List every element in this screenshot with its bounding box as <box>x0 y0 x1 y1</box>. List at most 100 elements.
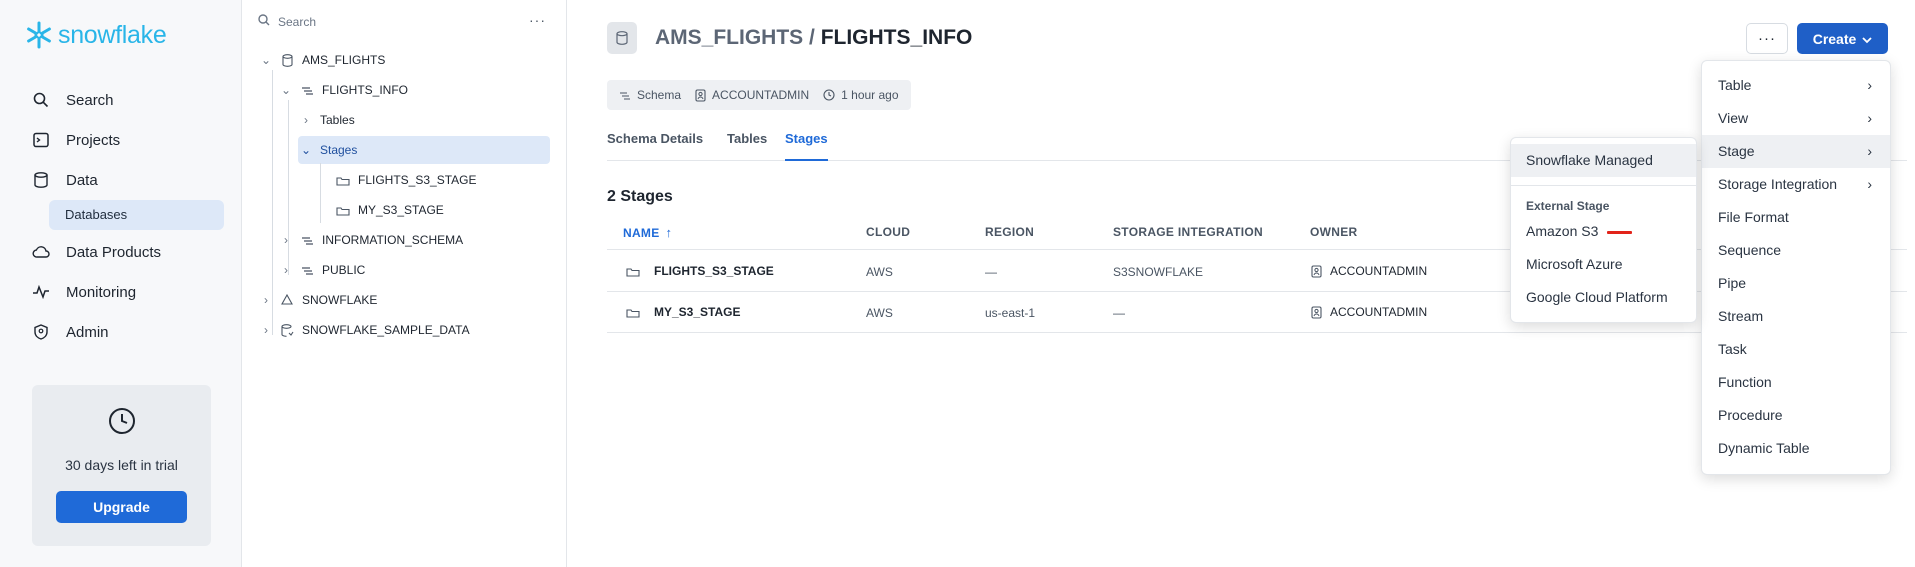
nav-data[interactable]: Data <box>32 171 98 189</box>
stage-count: 2 Stages <box>607 188 673 205</box>
meta-type-label: Schema <box>637 88 682 102</box>
column-header-cloud[interactable]: CLOUD <box>866 225 910 239</box>
stage-icon <box>336 203 350 217</box>
menu-item-function[interactable]: Function <box>1702 366 1890 399</box>
nav-search-label: Search <box>66 91 114 109</box>
tree-row-information-schema[interactable]: › INFORMATION_SCHEMA <box>280 226 463 254</box>
tree-row-snowflake[interactable]: › SNOWFLAKE <box>260 286 377 314</box>
table-row-name[interactable]: MY_S3_STAGE <box>626 305 740 319</box>
menu-item-stream[interactable]: Stream <box>1702 300 1890 333</box>
tree-row-stages[interactable]: ⌄ Stages <box>300 136 357 164</box>
search-icon <box>32 91 50 109</box>
nav-projects[interactable]: Projects <box>32 131 120 149</box>
trial-card: 30 days left in trial Upgrade <box>32 385 211 546</box>
nav-data-products-label: Data Products <box>66 243 162 261</box>
schema-icon <box>300 263 314 277</box>
nav-data-label: Data <box>66 171 98 189</box>
chevron-right-icon: › <box>304 113 308 127</box>
sort-ascending-icon: ↑ <box>665 225 673 240</box>
meta-time: 1 hour ago <box>823 88 899 102</box>
column-header-region[interactable]: REGION <box>985 225 1034 239</box>
tree-row-flights-s3-stage[interactable]: FLIGHTS_S3_STAGE <box>336 166 476 194</box>
external-stage-header: External Stage <box>1526 199 1610 213</box>
database-icon <box>32 171 50 189</box>
shield-icon <box>32 323 50 341</box>
schema-icon <box>619 90 631 100</box>
tree-row-label: INFORMATION_SCHEMA <box>322 233 464 247</box>
tree-row-label: FLIGHTS_INFO <box>322 83 409 97</box>
tab-schema-details[interactable]: Schema Details <box>607 131 703 161</box>
menu-item-procedure[interactable]: Procedure <box>1702 399 1890 432</box>
tree-row-label: Tables <box>320 113 355 127</box>
stage-name: MY_S3_STAGE <box>654 305 741 319</box>
left-nav: snowflake Search Projects Data Databases <box>0 0 242 567</box>
tree-row-public[interactable]: › PUBLIC <box>280 256 365 284</box>
meta-time-label: 1 hour ago <box>841 88 899 102</box>
nav-admin-label: Admin <box>66 323 109 341</box>
tree-row-snowflake-sample-data[interactable]: › SNOWFLAKE_SAMPLE_DATA <box>260 316 470 344</box>
nav-search[interactable]: Search <box>32 91 114 109</box>
menu-item-task[interactable]: Task <box>1702 333 1890 366</box>
menu-item-table[interactable]: Table › <box>1702 69 1890 102</box>
nav-databases[interactable]: Databases <box>49 200 224 230</box>
menu-item-file-format[interactable]: File Format <box>1702 201 1890 234</box>
menu-item-stage[interactable]: Stage › <box>1702 135 1890 168</box>
menu-item-google-cloud-platform[interactable]: Google Cloud Platform <box>1511 281 1696 314</box>
tree-search-input[interactable]: Search <box>258 14 316 29</box>
role-badge-icon <box>1311 305 1322 319</box>
nav-monitoring[interactable]: Monitoring <box>32 283 136 301</box>
table-row-name[interactable]: FLIGHTS_S3_STAGE <box>626 264 774 278</box>
menu-item-label: Storage Integration <box>1718 176 1838 192</box>
breadcrumb-database[interactable]: AMS_FLIGHTS / <box>655 26 821 49</box>
tree-row-label: MY_S3_STAGE <box>358 203 444 217</box>
tree-more-button[interactable]: ··· <box>529 12 546 28</box>
stage-owner: ACCOUNTADMIN <box>1311 305 1427 319</box>
tree-row-label: Stages <box>320 143 358 157</box>
stage-owner-label: ACCOUNTADMIN <box>1330 264 1428 278</box>
stage-cloud: AWS <box>866 265 893 279</box>
activity-icon <box>32 283 50 301</box>
role-badge-icon <box>695 88 706 102</box>
menu-item-snowflake-managed[interactable]: Snowflake Managed <box>1511 144 1696 177</box>
column-header-owner[interactable]: OWNER <box>1310 225 1358 239</box>
shared-db-icon <box>280 323 294 337</box>
menu-item-storage-integration[interactable]: Storage Integration › <box>1702 168 1890 201</box>
tab-stages[interactable]: Stages <box>785 131 828 161</box>
tree-guide-line <box>320 163 321 223</box>
page-title: AMS_FLIGHTS / FLIGHTS_INFO <box>655 26 972 50</box>
create-button[interactable]: Create <box>1797 23 1888 54</box>
menu-item-sequence[interactable]: Sequence <box>1702 234 1890 267</box>
tab-tables[interactable]: Tables <box>727 131 767 161</box>
tree-row-my-s3-stage[interactable]: MY_S3_STAGE <box>336 196 444 224</box>
chevron-right-icon: › <box>284 233 288 247</box>
chevron-down-icon: ⌄ <box>300 143 312 157</box>
chevron-right-icon: › <box>284 263 288 277</box>
menu-item-amazon-s3[interactable]: Amazon S3 <box>1511 215 1696 248</box>
menu-item-label: Stage <box>1718 143 1755 159</box>
more-actions-button[interactable]: ··· <box>1746 23 1788 54</box>
chevron-right-icon: › <box>264 323 268 337</box>
menu-item-view[interactable]: View › <box>1702 102 1890 135</box>
meta-type: Schema <box>619 88 681 102</box>
upgrade-button[interactable]: Upgrade <box>56 491 187 523</box>
tree-row-ams-flights[interactable]: ⌄ AMS_FLIGHTS <box>260 46 385 74</box>
create-button-label: Create <box>1812 30 1857 47</box>
stage-submenu: Snowflake Managed External Stage Amazon … <box>1510 137 1697 323</box>
column-header-name[interactable]: NAME ↑ <box>623 225 672 240</box>
menu-item-pipe[interactable]: Pipe <box>1702 267 1890 300</box>
stage-icon <box>626 307 640 318</box>
tree-row-flights-info[interactable]: ⌄ FLIGHTS_INFO <box>280 76 408 104</box>
snowflake-logo[interactable]: snowflake <box>24 20 167 50</box>
menu-item-dynamic-table[interactable]: Dynamic Table <box>1702 432 1890 465</box>
role-badge-icon <box>1311 264 1322 278</box>
nav-projects-label: Projects <box>66 131 121 149</box>
stage-owner-label: ACCOUNTADMIN <box>1330 305 1428 319</box>
schema-badge-icon <box>607 22 637 54</box>
trial-text: 30 days left in trial <box>65 457 178 473</box>
nav-admin[interactable]: Admin <box>32 323 109 341</box>
column-header-storage-integration[interactable]: STORAGE INTEGRATION <box>1113 225 1263 239</box>
menu-item-microsoft-azure[interactable]: Microsoft Azure <box>1511 248 1696 281</box>
tree-row-tables[interactable]: › Tables <box>300 106 355 134</box>
nav-data-products[interactable]: Data Products <box>32 243 161 261</box>
stage-integration: — <box>1113 306 1125 320</box>
